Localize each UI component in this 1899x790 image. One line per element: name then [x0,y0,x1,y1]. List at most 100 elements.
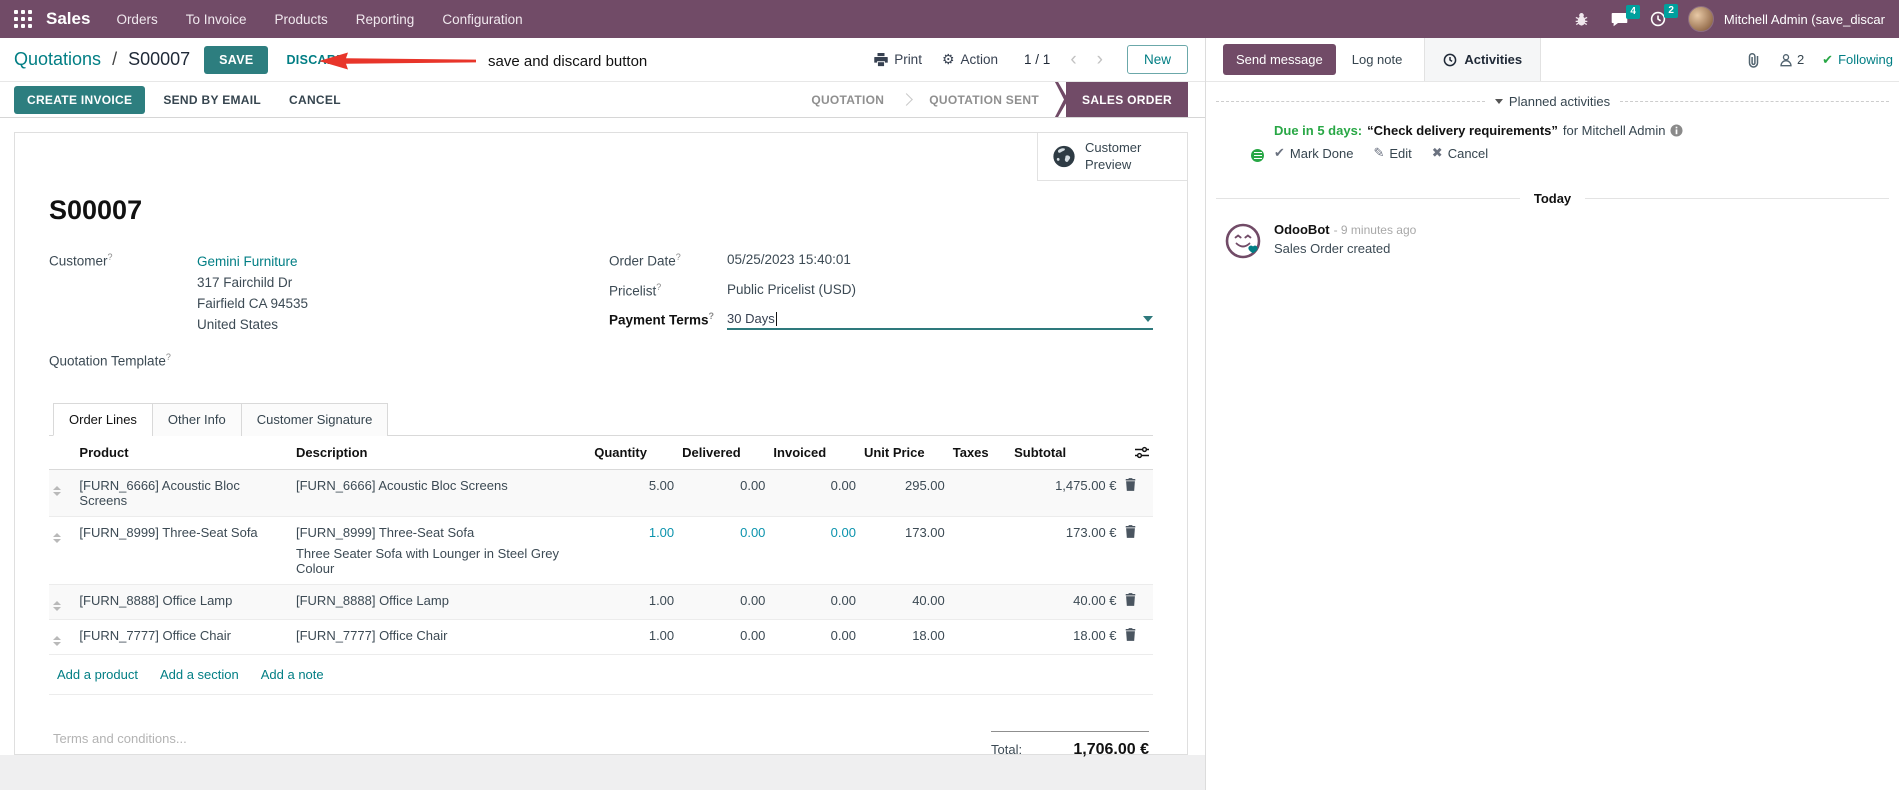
app-name[interactable]: Sales [46,9,90,29]
col-delivered[interactable]: Delivered [678,436,770,471]
add-section-link[interactable]: Add a section [160,667,239,682]
customer-preview-button[interactable]: Customer Preview [1037,133,1187,181]
nav-menu-orders[interactable]: Orders [116,12,157,27]
apps-menu-icon[interactable] [14,10,32,28]
log-note-button[interactable]: Log note [1340,44,1415,75]
terms-placeholder[interactable]: Terms and conditions... [53,731,187,759]
cell-product[interactable]: [FURN_7777] Office Chair [75,619,292,656]
send-by-email-button[interactable]: SEND BY EMAIL [153,86,271,114]
drag-handle-icon[interactable] [53,633,61,647]
cell-quantity[interactable]: 5.00 [590,469,679,518]
cell-description[interactable]: [FURN_6666] Acoustic Bloc Screens [291,469,591,518]
cell-product[interactable]: [FURN_6666] Acoustic Bloc Screens [75,469,292,518]
cell-description[interactable]: [FURN_8888] Office Lamp [291,584,591,621]
info-icon[interactable] [1670,124,1684,137]
payment-terms-input[interactable]: 30 Days [727,311,1153,330]
activities-clock-icon[interactable]: 2 [1650,4,1678,27]
cell-invoiced[interactable]: 0.00 [769,584,860,621]
activities-button[interactable]: Activities [1424,38,1542,81]
action-button[interactable]: ⚙ Action [942,51,998,68]
col-description[interactable]: Description [291,436,591,471]
cell-subtotal: 40.00 € [1010,584,1121,621]
mark-done-button[interactable]: ✔ Mark Done [1274,145,1353,161]
new-button[interactable]: New [1126,45,1188,74]
cancel-button[interactable]: CANCEL [279,86,351,114]
user-avatar[interactable] [1687,6,1714,32]
cell-invoiced[interactable]: 0.00 [769,619,860,656]
debug-bug-icon[interactable] [1574,12,1589,27]
nav-menu-products[interactable]: Products [275,12,328,27]
cell-subtotal: 1,475.00 € [1010,469,1121,518]
cell-delivered[interactable]: 0.00 [678,469,770,518]
drag-handle-icon[interactable] [53,483,61,497]
followers-button[interactable]: 2 [1779,52,1804,67]
cell-delivered[interactable]: 0.00 [678,516,770,586]
quotation-template-input[interactable] [197,352,609,369]
stage-quotation-sent[interactable]: QUOTATION SENT [913,82,1055,117]
cell-product[interactable]: [FURN_8999] Three-Seat Sofa [75,516,292,586]
col-product[interactable]: Product [75,436,292,471]
customer-link[interactable]: Gemini Furniture [197,252,609,273]
cell-quantity[interactable]: 1.00 [590,619,679,656]
delete-row-icon[interactable] [1125,525,1149,539]
nav-menu-to-invoice[interactable]: To Invoice [186,12,247,27]
cell-quantity[interactable]: 1.00 [590,516,679,586]
pager-next-icon[interactable]: › [1097,50,1103,69]
cell-description[interactable]: [FURN_7777] Office Chair [291,619,591,656]
following-button[interactable]: ✔ Following [1822,52,1893,68]
message-author[interactable]: OdooBot [1274,222,1330,237]
cell-unit-price[interactable]: 40.00 [859,584,949,621]
cell-taxes[interactable] [948,516,1011,586]
messages-icon[interactable]: 4 [1611,4,1640,27]
nav-menu-configuration[interactable]: Configuration [442,12,522,27]
stage-quotation[interactable]: QUOTATION [795,82,900,117]
planned-activities-toggle[interactable]: Planned activities [1216,94,1889,109]
user-name[interactable]: Mitchell Admin (save_discar [1724,12,1885,27]
cell-taxes[interactable] [948,469,1011,518]
order-date-value[interactable]: 05/25/2023 15:40:01 [727,252,1153,269]
add-product-link[interactable]: Add a product [57,667,138,682]
cell-description[interactable]: [FURN_8999] Three-Seat Sofa Three Seater… [291,516,591,586]
drag-handle-icon[interactable] [53,598,61,612]
delete-row-icon[interactable] [1125,478,1149,492]
chevron-down-icon[interactable] [1143,315,1153,322]
pager-previous-icon[interactable]: ‹ [1070,50,1076,69]
col-subtotal[interactable]: Subtotal [1010,436,1121,471]
attach-files-button[interactable] [1746,52,1761,68]
cell-delivered[interactable]: 0.00 [678,584,770,621]
delete-row-icon[interactable] [1125,593,1149,607]
pricelist-value[interactable]: Public Pricelist (USD) [727,282,1153,299]
send-message-button[interactable]: Send message [1223,44,1336,75]
col-unit-price[interactable]: Unit Price [859,436,949,471]
tab-other-info[interactable]: Other Info [151,403,242,437]
add-note-link[interactable]: Add a note [261,667,324,682]
cell-taxes[interactable] [948,619,1011,656]
cell-taxes[interactable] [948,584,1011,621]
edit-activity-button[interactable]: ✎ Edit [1373,145,1411,161]
tab-customer-signature[interactable]: Customer Signature [240,403,389,437]
stage-sales-order[interactable]: SALES ORDER [1066,82,1188,117]
optional-columns-icon[interactable] [1135,446,1149,459]
cell-product[interactable]: [FURN_8888] Office Lamp [75,584,292,621]
breadcrumb-quotations[interactable]: Quotations [14,49,101,69]
cell-invoiced[interactable]: 0.00 [769,516,860,586]
cell-unit-price[interactable]: 18.00 [859,619,949,656]
nav-menu-reporting[interactable]: Reporting [356,12,415,27]
cell-delivered[interactable]: 0.00 [678,619,770,656]
cell-invoiced[interactable]: 0.00 [769,469,860,518]
chatter-panel: Send message Log note Activities 2 ✔ Fol… [1205,38,1899,790]
cell-unit-price[interactable]: 295.00 [859,469,949,518]
col-quantity[interactable]: Quantity [590,436,679,471]
tab-order-lines[interactable]: Order Lines [53,403,153,437]
cell-unit-price[interactable]: 173.00 [859,516,949,586]
cell-quantity[interactable]: 1.00 [590,584,679,621]
create-invoice-button[interactable]: CREATE INVOICE [14,85,146,114]
col-taxes[interactable]: Taxes [948,436,1011,471]
drag-handle-icon[interactable] [53,530,61,544]
cancel-activity-button[interactable]: ✖ Cancel [1432,145,1488,161]
x-icon: ✖ [1431,145,1443,160]
delete-row-icon[interactable] [1125,628,1149,642]
print-button[interactable]: Print [874,52,922,67]
save-button[interactable]: SAVE [204,45,269,74]
col-invoiced[interactable]: Invoiced [769,436,860,471]
